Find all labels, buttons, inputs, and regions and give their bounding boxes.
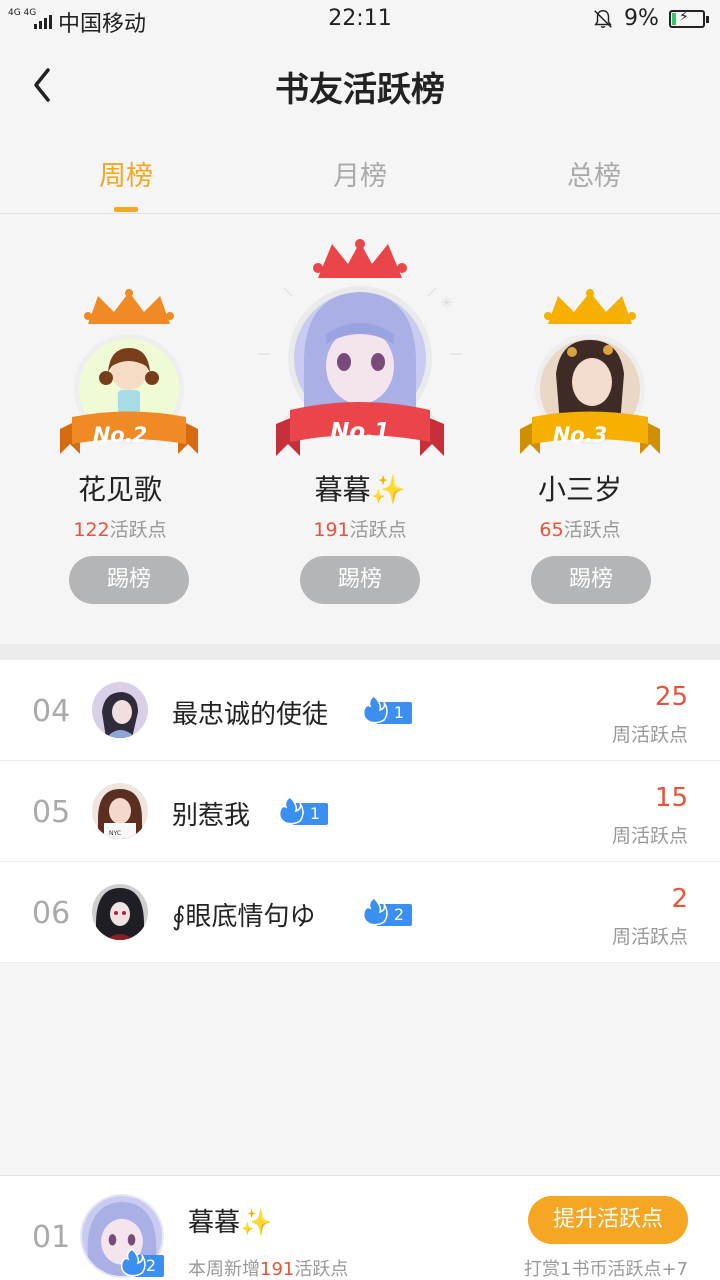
podium-points: 122活跃点 xyxy=(73,519,167,541)
list-item[interactable]: 05 NYC 别惹我 1 15 周活跃点 xyxy=(0,761,720,862)
podium-points: 65活跃点 xyxy=(539,519,621,541)
rank-list: 04 最忠诚的使徒 1 25 周活跃点 05 NYC 别惹我 1 15 周活跃点… xyxy=(0,660,720,963)
my-rank-number: 01 xyxy=(32,1220,71,1255)
score-value: 15 xyxy=(654,783,688,813)
crown-icon xyxy=(313,239,407,278)
rank-number: 05 xyxy=(32,795,71,830)
section-divider xyxy=(0,644,720,660)
rank-badge: No.3 xyxy=(552,423,608,447)
svg-text:NYC: NYC xyxy=(109,830,121,837)
avatar[interactable] xyxy=(92,884,148,940)
podium-second: No.2 花见歌 122活跃点 踢榜 xyxy=(0,214,240,644)
tab-monthly[interactable]: 月榜 xyxy=(240,154,480,193)
my-name: 暮暮✨ xyxy=(188,1208,273,1238)
crown-icon xyxy=(544,289,636,324)
tab-total[interactable]: 总榜 xyxy=(474,154,714,193)
status-bar: 4G 4G 中国移动 22:11 9% ⚡ xyxy=(0,0,720,40)
silent-bell-icon xyxy=(594,10,612,28)
podium-points: 191活跃点 xyxy=(313,519,407,541)
user-name: 别惹我 xyxy=(172,801,251,831)
podium-third: No.3 小三岁 65活跃点 踢榜 xyxy=(480,214,720,644)
user-name: ∮眼底情句ゆ xyxy=(172,902,316,932)
podium-first: ✳ No.1 暮暮✨ 191活跃点 踢榜 xyxy=(240,214,480,644)
crown-icon xyxy=(84,289,174,324)
flame-icon xyxy=(278,796,304,825)
rank-badge: No.1 xyxy=(330,419,390,445)
back-arrow-icon[interactable] xyxy=(24,62,64,108)
podium-name: 小三岁 xyxy=(537,473,622,506)
kick-button[interactable]: 踢榜 xyxy=(69,556,189,604)
battery-icon: ⚡ xyxy=(669,9,709,28)
podium: No.2 花见歌 122活跃点 踢榜 ✳ No.1 暮暮✨ 191活跃点 踢榜 … xyxy=(0,214,720,644)
user-name: 最忠诚的使徒 xyxy=(172,700,329,730)
flame-icon xyxy=(120,1248,146,1277)
avatar-illustration xyxy=(304,292,416,414)
flame-icon xyxy=(362,695,388,724)
svg-text:✳: ✳ xyxy=(440,293,453,312)
podium-name: 花见歌 xyxy=(77,473,162,506)
rank-badge: No.2 xyxy=(92,423,148,447)
score-label: 周活跃点 xyxy=(611,825,688,847)
page-title: 书友活跃榜 xyxy=(275,70,445,110)
score-label: 周活跃点 xyxy=(611,926,688,948)
boost-activity-button[interactable]: 提升活跃点 xyxy=(528,1196,688,1244)
my-rank-bar: 01 2 暮暮✨ 本周新增191活跃点 提升活跃点 打赏1书币活跃点+7 xyxy=(0,1175,720,1280)
flame-icon xyxy=(362,897,388,926)
list-item[interactable]: 06 ∮眼底情句ゆ 2 2 周活跃点 xyxy=(0,862,720,963)
tab-weekly[interactable]: 周榜 xyxy=(6,154,246,193)
my-weekly-points: 本周新增191活跃点 xyxy=(188,1259,349,1280)
avatar[interactable] xyxy=(92,682,148,738)
kick-button[interactable]: 踢榜 xyxy=(300,556,420,604)
score-value: 2 xyxy=(671,884,688,914)
avatar-illustration xyxy=(556,340,624,424)
battery-percent: 9% xyxy=(624,6,659,31)
score-value: 25 xyxy=(654,682,688,712)
kick-button[interactable]: 踢榜 xyxy=(531,556,651,604)
reward-hint: 打赏1书币活跃点+7 xyxy=(524,1259,688,1280)
tab-indicator xyxy=(114,207,138,212)
tab-bar: 周榜 月榜 总榜 xyxy=(0,130,720,214)
list-item[interactable]: 04 最忠诚的使徒 1 25 周活跃点 xyxy=(0,660,720,761)
score-label: 周活跃点 xyxy=(611,724,688,746)
avatar[interactable]: NYC xyxy=(92,783,148,839)
header: 书友活跃榜 xyxy=(0,40,720,130)
rank-number: 06 xyxy=(32,896,71,931)
rank-number: 04 xyxy=(32,694,71,729)
podium-name: 暮暮✨ xyxy=(314,473,406,506)
